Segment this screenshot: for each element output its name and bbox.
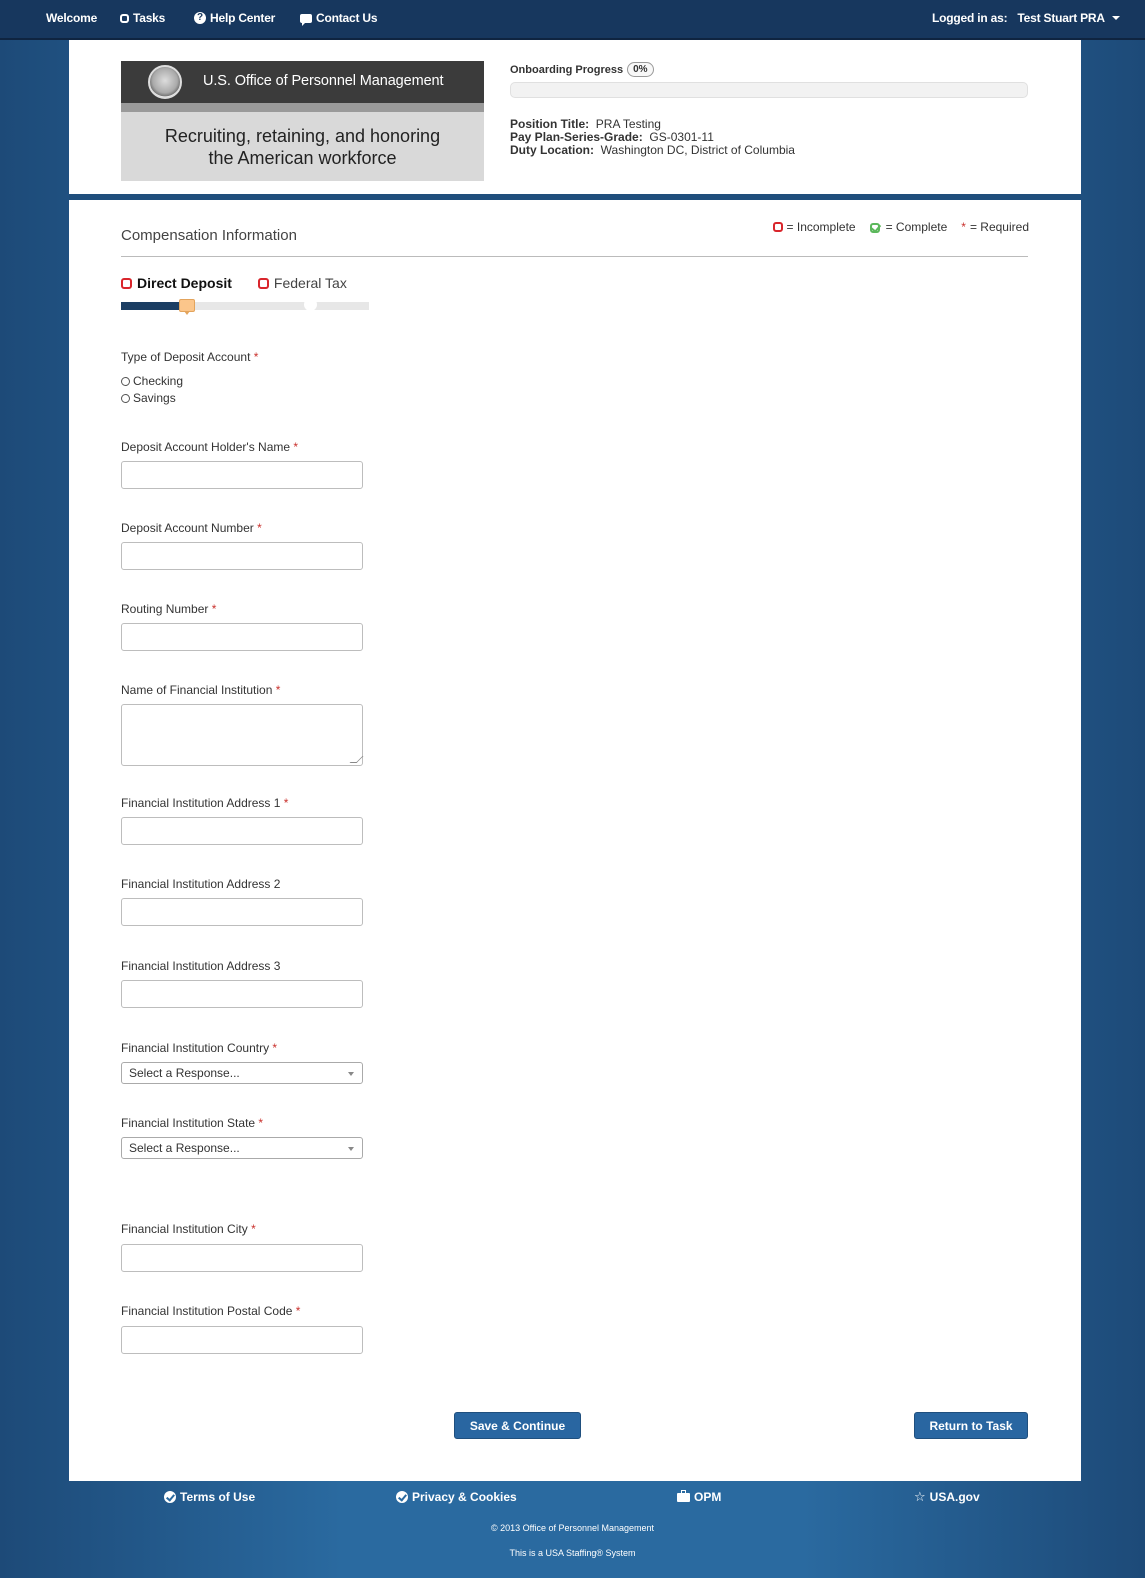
step-current-marker — [179, 299, 195, 315]
nav-welcome[interactable]: Welcome — [46, 11, 97, 25]
logo-tagline: Recruiting, retaining, and honoring the … — [121, 112, 484, 181]
incomplete-icon — [121, 277, 132, 289]
city-input[interactable] — [121, 1244, 363, 1272]
postal-code-label: Financial Institution Postal Code * — [121, 1304, 301, 1318]
country-label: Financial Institution Country * — [121, 1041, 278, 1055]
section-title: Compensation Information — [121, 227, 297, 244]
user-menu[interactable]: Logged in as: Test Stuart PRA — [932, 11, 1120, 25]
step-progress-track — [121, 298, 369, 315]
duty-location: Washington DC, District of Columbia — [600, 143, 795, 157]
institution-name-label: Name of Financial Institution * — [121, 683, 281, 697]
state-label: Financial Institution State * — [121, 1116, 264, 1130]
complete-check-icon — [869, 222, 882, 233]
state-select[interactable]: Select a Response... — [121, 1137, 363, 1159]
step-progress-fill — [121, 302, 181, 310]
incomplete-icon — [772, 222, 783, 232]
radio-checking[interactable]: Checking — [121, 374, 183, 388]
main-panel: Compensation Information = Incomplete = … — [69, 200, 1081, 1481]
pay-plan: GS-0301-11 — [649, 130, 714, 144]
footer-system-note: This is a USA Staffing® System — [509, 1548, 636, 1558]
holder-name-input[interactable] — [121, 461, 363, 489]
account-number-input[interactable] — [121, 542, 363, 570]
position-title: PRA Testing — [595, 117, 661, 131]
check-circle-icon — [396, 1491, 408, 1503]
deposit-type-label: Type of Deposit Account * — [121, 350, 259, 364]
chat-icon — [300, 13, 312, 26]
dropdown-arrow-icon — [348, 1072, 354, 1076]
star-icon: ☆ — [914, 1489, 926, 1504]
step-tabs: Direct Deposit Federal Tax — [121, 275, 373, 291]
progress-bar — [510, 82, 1028, 98]
dropdown-arrow-icon — [348, 1147, 354, 1151]
opm-logo: U.S. Office of Personnel Management Recr… — [121, 61, 484, 181]
holder-name-label: Deposit Account Holder's Name * — [121, 440, 299, 454]
onboarding-progress-label: Onboarding Progress 0% — [510, 62, 654, 77]
required-star-icon: * — [961, 220, 966, 234]
progress-badge: 0% — [627, 62, 654, 77]
footer-usagov-link[interactable]: ☆ USA.gov — [914, 1490, 980, 1504]
nav-contact-us[interactable]: Contact Us — [300, 11, 378, 26]
radio-savings[interactable]: Savings — [121, 391, 176, 405]
check-circle-icon — [164, 1491, 176, 1503]
footer-opm-link[interactable]: OPM — [677, 1489, 721, 1504]
incomplete-icon — [257, 277, 269, 289]
address2-label: Financial Institution Address 2 — [121, 877, 281, 891]
square-icon — [120, 13, 129, 23]
logo-org-name: U.S. Office of Personnel Management — [203, 73, 444, 89]
step-federal-tax[interactable]: Federal Tax — [257, 275, 347, 291]
country-select[interactable]: Select a Response... — [121, 1062, 363, 1084]
position-details: Position Title: PRA Testing Pay Plan-Ser… — [510, 117, 795, 157]
address3-label: Financial Institution Address 3 — [121, 959, 281, 973]
user-name: Test Stuart PRA — [1017, 11, 1105, 25]
footer-copyright: © 2013 Office of Personnel Management — [490, 1523, 655, 1533]
routing-number-label: Routing Number * — [121, 602, 217, 616]
radio-circle-icon[interactable] — [121, 376, 130, 386]
return-to-task-button[interactable]: Return to Task — [914, 1412, 1028, 1439]
address1-input[interactable] — [121, 817, 363, 845]
header-panel: U.S. Office of Personnel Management Recr… — [69, 40, 1081, 194]
question-circle-icon: ? — [194, 12, 206, 24]
address3-input[interactable] — [121, 980, 363, 1008]
top-nav: Welcome Tasks ? Help Center Contact Us L… — [0, 0, 1145, 40]
caret-down-icon — [1111, 16, 1120, 20]
footer-privacy-link[interactable]: Privacy & Cookies — [396, 1490, 517, 1504]
nav-tasks[interactable]: Tasks — [120, 11, 165, 25]
step-next-dot — [304, 298, 317, 311]
radio-circle-icon[interactable] — [121, 393, 130, 403]
section-divider — [121, 256, 1028, 257]
opm-seal-icon — [148, 65, 182, 99]
save-continue-button[interactable]: Save & Continue — [454, 1412, 581, 1439]
nav-help-center[interactable]: ? Help Center — [194, 11, 275, 25]
briefcase-icon — [677, 1489, 690, 1502]
city-label: Financial Institution City * — [121, 1222, 256, 1236]
institution-name-textarea[interactable] — [121, 704, 363, 766]
step-direct-deposit[interactable]: Direct Deposit — [121, 275, 232, 291]
address1-label: Financial Institution Address 1 * — [121, 796, 289, 810]
status-legend: = Incomplete = Complete * = Required — [772, 220, 1029, 234]
routing-number-input[interactable] — [121, 623, 363, 651]
postal-code-input[interactable] — [121, 1326, 363, 1354]
footer-terms-link[interactable]: Terms of Use — [164, 1490, 255, 1504]
account-number-label: Deposit Account Number * — [121, 521, 262, 535]
address2-input[interactable] — [121, 898, 363, 926]
